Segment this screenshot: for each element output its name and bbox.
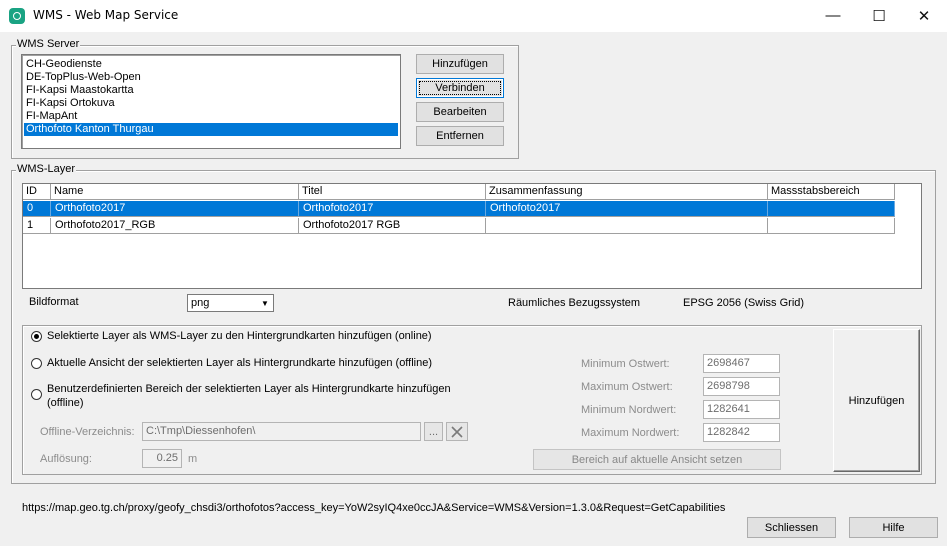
column-header-id[interactable]: ID <box>23 184 51 200</box>
cell-scale <box>768 201 895 217</box>
offline-dir-label: Offline-Verzeichnis: <box>40 426 135 438</box>
min-north-input[interactable]: 1282641 <box>703 400 780 419</box>
edit-server-button[interactable]: Bearbeiten <box>416 102 504 122</box>
offline-dir-input[interactable]: C:\Tmp\Diessenhofen\ <box>142 422 421 441</box>
cell-name: Orthofoto2017_RGB <box>51 218 299 234</box>
window-title: WMS - Web Map Service <box>33 8 179 22</box>
remove-server-button[interactable]: Entfernen <box>416 126 504 146</box>
chevron-down-icon: ▼ <box>261 298 269 308</box>
minimize-button[interactable]: — <box>810 0 856 31</box>
layer-table[interactable]: ID Name Titel Zusammenfassung Massstabsb… <box>22 183 922 289</box>
radio-offline-custom-label-cont[interactable]: (offline) <box>47 397 83 409</box>
resolution-label: Auflösung: <box>40 453 92 465</box>
server-list-item[interactable]: DE-TopPlus-Web-Open <box>24 71 398 84</box>
close-icon <box>451 425 463 438</box>
max-east-input[interactable]: 2698798 <box>703 377 780 396</box>
wms-server-list[interactable]: CH-Geodienste DE-TopPlus-Web-Open FI-Kap… <box>21 54 401 149</box>
cell-name: Orthofoto2017 <box>51 201 299 217</box>
server-list-item[interactable]: FI-Kapsi Ortokuva <box>24 97 398 110</box>
server-list-item[interactable]: FI-MapAnt <box>24 110 398 123</box>
column-header-name[interactable]: Name <box>51 184 299 200</box>
cell-summary <box>486 218 768 234</box>
min-east-label: Minimum Ostwert: <box>581 358 670 370</box>
clear-dir-button[interactable] <box>446 422 468 441</box>
min-east-input[interactable]: 2698467 <box>703 354 780 373</box>
cell-id: 0 <box>23 201 51 217</box>
cell-id: 1 <box>23 218 51 234</box>
title-bar: WMS - Web Map Service — ☐ ✕ <box>0 0 947 32</box>
add-server-button[interactable]: Hinzufügen <box>416 54 504 74</box>
browse-button[interactable]: ... <box>424 422 443 441</box>
cell-scale <box>768 218 895 234</box>
column-header-scale[interactable]: Massstabsbereich <box>768 184 895 200</box>
max-east-label: Maximum Ostwert: <box>581 381 673 393</box>
image-format-value: png <box>191 297 210 309</box>
crs-value: EPSG 2056 (Swiss Grid) <box>683 297 805 309</box>
server-list-item[interactable]: FI-Kapsi Maastokartta <box>24 84 398 97</box>
close-window-button[interactable]: ✕ <box>901 0 947 31</box>
column-header-title[interactable]: Titel <box>299 184 486 200</box>
cell-title: Orthofoto2017 RGB <box>299 218 486 234</box>
server-list-item-selected[interactable]: Orthofoto Kanton Thurgau <box>24 123 398 136</box>
radio-online[interactable] <box>31 331 42 342</box>
image-format-select[interactable]: png ▼ <box>187 294 274 312</box>
max-north-input[interactable]: 1282842 <box>703 423 780 442</box>
capabilities-url: https://map.geo.tg.ch/proxy/geofy_chsdi3… <box>22 502 726 514</box>
resolution-unit: m <box>188 453 198 465</box>
server-list-item[interactable]: CH-Geodienste <box>24 58 398 71</box>
add-layer-button[interactable]: Hinzufügen <box>833 329 920 472</box>
wms-layer-legend: WMS-Layer <box>16 163 77 175</box>
crs-label: Räumliches Bezugssystem <box>508 297 641 309</box>
cell-summary: Orthofoto2017 <box>486 201 768 217</box>
close-dialog-button[interactable]: Schliessen <box>747 517 836 538</box>
app-icon <box>9 8 25 24</box>
radio-online-label[interactable]: Selektierte Layer als WMS-Layer zu den H… <box>47 330 432 342</box>
radio-offline-view[interactable] <box>31 358 42 369</box>
maximize-button[interactable]: ☐ <box>856 0 902 31</box>
radio-offline-view-label[interactable]: Aktuelle Ansicht der selektierten Layer … <box>47 357 432 369</box>
connect-button[interactable]: Verbinden <box>416 78 504 98</box>
resolution-input[interactable]: 0.25 <box>142 449 182 468</box>
max-north-label: Maximum Nordwert: <box>581 427 680 439</box>
radio-offline-custom[interactable] <box>31 389 42 400</box>
radio-offline-custom-label[interactable]: Benutzerdefinierten Bereich der selektie… <box>47 383 451 395</box>
column-header-summary[interactable]: Zusammenfassung <box>486 184 768 200</box>
cell-title: Orthofoto2017 <box>299 201 486 217</box>
image-format-label: Bildformat <box>29 296 79 308</box>
min-north-label: Minimum Nordwert: <box>581 404 677 416</box>
set-area-button[interactable]: Bereich auf aktuelle Ansicht setzen <box>533 449 781 470</box>
wms-server-legend: WMS Server <box>16 38 81 50</box>
help-button[interactable]: Hilfe <box>849 517 938 538</box>
